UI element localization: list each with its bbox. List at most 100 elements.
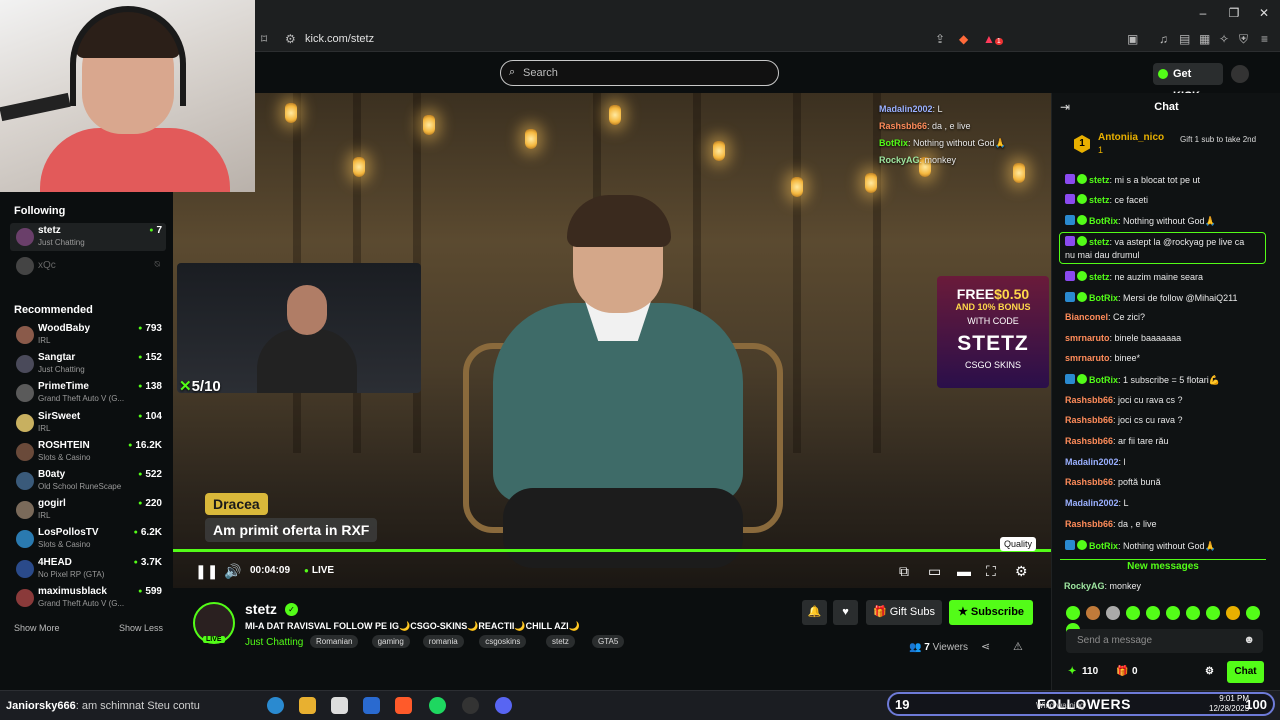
sidebar-item-gogirl[interactable]: gogirlIRL 220 — [10, 496, 166, 524]
share-icon[interactable]: ⇪ — [935, 32, 945, 46]
chat-username[interactable]: Bianconel — [1065, 312, 1108, 322]
sidebar-item-4head[interactable]: 4HEADNo Pixel RP (GTA) 3.7K — [10, 555, 166, 583]
address-bar[interactable]: ⌑ ⚙ kick.com/stetz ⇪ ◆ ▲ 1 ▣ ♫ ▤ ▦ ✧ ⛨ ≡ — [255, 28, 1280, 52]
system-clock[interactable]: 9:01 PM 12/28/2025 — [1209, 694, 1249, 714]
vpn-icon[interactable]: ⛨ — [1239, 32, 1248, 47]
video-player[interactable]: ✕5/10 FREE$0.50 AND 10% BONUS WITH CODE … — [173, 93, 1051, 588]
chat-input[interactable]: Send a message ☻ — [1066, 629, 1263, 653]
overlay-chat-text: : L — [932, 104, 943, 114]
chat-username[interactable]: Rashsbb66 — [1065, 477, 1113, 487]
sidebar-item-b0aty[interactable]: B0aty Old School RuneScape 522 — [10, 467, 166, 495]
leo-icon[interactable]: ✧ — [1219, 32, 1229, 46]
explorer-icon[interactable] — [299, 697, 316, 714]
tag-romanian[interactable]: Romanian — [310, 635, 359, 648]
chat-username[interactable]: BotRix — [1089, 216, 1118, 226]
clip-icon[interactable]: ▭ — [928, 563, 941, 580]
overlay-chat-text: : da , e live — [927, 121, 971, 131]
close-icon[interactable]: ✕ — [1256, 6, 1272, 20]
discord-icon[interactable] — [495, 697, 512, 714]
chat-username[interactable]: stetz — [1089, 195, 1110, 205]
verified-icon — [1077, 215, 1087, 225]
chat-username[interactable]: smrnaruto — [1065, 333, 1110, 343]
user-avatar[interactable] — [1231, 65, 1249, 83]
kicks-coin-icon — [1158, 69, 1168, 79]
sidebar-item-woodbaby[interactable]: WoodBaby IRL 793 — [10, 321, 166, 349]
theater-icon[interactable]: ▬ — [957, 563, 971, 579]
emoji-icon[interactable]: ☻ — [1243, 634, 1255, 646]
kicks-icon[interactable]: ✦ — [1068, 666, 1076, 677]
chat-username[interactable]: stetz — [1089, 272, 1110, 282]
chat-username[interactable]: smrnaruto — [1065, 353, 1110, 363]
overlay-chat-text: : monkey — [919, 155, 957, 165]
menu-icon[interactable]: ≡ — [1261, 32, 1268, 46]
sidebar-item-maximusblack[interactable]: maximusblackGrand Theft Auto V (G... 599 — [10, 584, 166, 612]
channel-name[interactable]: stetz — [245, 601, 277, 617]
tag-csgoskins[interactable]: csgoskins — [479, 635, 527, 648]
show-less-link[interactable]: Show Less — [119, 623, 163, 633]
restore-icon[interactable]: ❐ — [1226, 6, 1242, 20]
tag-gta5[interactable]: GTA5 — [592, 635, 625, 648]
brave-icon[interactable] — [395, 697, 412, 714]
chat-username[interactable]: BotRix — [1089, 375, 1118, 385]
chat-username[interactable]: Rashsbb66 — [1065, 436, 1113, 446]
chat-username[interactable]: Madalin2002 — [1065, 457, 1119, 467]
follow-heart-icon[interactable]: ♥ — [833, 600, 858, 625]
sidebar-item-stetz[interactable]: stetz Just Chatting 7 — [10, 223, 166, 251]
wallet-icon[interactable]: ▦ — [1199, 32, 1210, 46]
overlay-chat-line: Madalin2002: L — [879, 101, 1049, 118]
stream-category[interactable]: Just Chatting — [245, 637, 303, 648]
tag-romania[interactable]: romania — [422, 635, 464, 648]
sidebar-item-primetime[interactable]: PrimeTimeGrand Theft Auto V (G... 138 — [10, 379, 166, 407]
brave-shield-icon[interactable]: ◆ — [959, 32, 968, 46]
search-input[interactable]: ⌕ Search — [500, 60, 779, 86]
sidebar-icon[interactable]: ▤ — [1179, 32, 1190, 46]
chat-username[interactable]: Rashsbb66 — [1065, 395, 1113, 405]
show-more-link[interactable]: Show More — [14, 623, 60, 633]
tag-stetz[interactable]: stetz — [546, 635, 575, 648]
chat-username[interactable]: Rashsbb66 — [1065, 519, 1113, 529]
pip-icon[interactable]: ⧉ — [899, 563, 909, 580]
gift-subs-button[interactable]: 🎁 Gift Subs — [866, 600, 942, 625]
store-icon[interactable] — [331, 697, 348, 714]
edge-icon[interactable] — [267, 697, 284, 714]
chat-username[interactable]: BotRix — [1089, 293, 1118, 303]
chat-username[interactable]: stetz — [1089, 175, 1110, 185]
bookmark-icon[interactable]: ⌑ — [261, 32, 267, 46]
sidebar-item-lospollostv[interactable]: LosPollosTVSlots & Casino 6.2K — [10, 525, 166, 553]
url-text[interactable]: kick.com/stetz — [305, 33, 374, 45]
rewards-icon[interactable]: ▲ 1 — [983, 32, 1003, 46]
sidebar-item-xqc[interactable]: xQc ⍉ — [10, 252, 166, 280]
emote-bar[interactable] — [1066, 606, 1266, 637]
tag-gaming[interactable]: gaming — [371, 635, 410, 648]
screenshot-icon[interactable]: ▣ — [1127, 32, 1138, 46]
fullscreen-icon[interactable]: ⛶ — [986, 563, 996, 580]
music-icon[interactable]: ♫ — [1159, 32, 1168, 46]
sidebar-item-sirsweet[interactable]: SirSweetIRL 104 — [10, 409, 166, 437]
subscribe-button[interactable]: ★ Subscribe — [949, 600, 1033, 625]
sidebar-item-roshtein[interactable]: ROSHTEINSlots & Casino 16.2K — [10, 438, 166, 466]
outlook-icon[interactable] — [363, 697, 380, 714]
settings-icon[interactable]: ⚙ — [1015, 563, 1028, 580]
minimize-icon[interactable]: – — [1195, 6, 1211, 20]
site-info-icon[interactable]: ⚙ — [285, 32, 296, 46]
chat-username[interactable]: Madalin2002 — [1065, 498, 1119, 508]
chat-send-button[interactable]: Chat — [1227, 661, 1264, 683]
volume-icon[interactable]: 🔊 — [224, 563, 241, 580]
chat-settings-icon[interactable]: ⚙ — [1205, 666, 1214, 677]
pinned-user[interactable]: Antoniia_nico — [1098, 132, 1164, 143]
share-icon[interactable]: ⋖ — [981, 640, 990, 653]
chat-username[interactable]: stetz — [1089, 237, 1110, 247]
pause-icon[interactable]: ❚❚ — [195, 563, 218, 580]
live-indicator[interactable]: LIVE — [304, 565, 334, 576]
get-kicks-button[interactable]: Get KICKs — [1153, 63, 1223, 102]
chat-username[interactable]: Rashsbb66 — [1065, 415, 1113, 425]
gift-icon[interactable]: 🎁 — [1116, 666, 1128, 677]
chat-username[interactable]: BotRix — [1089, 541, 1118, 551]
obs-icon[interactable] — [462, 697, 479, 714]
progress-bar[interactable] — [173, 549, 1051, 552]
notification-bell-icon[interactable]: 🔔 — [802, 600, 827, 625]
spotify-icon[interactable] — [429, 697, 446, 714]
sidebar-item-sangtar[interactable]: SangtarJust Chatting 152 — [10, 350, 166, 378]
new-messages-divider[interactable]: New messages — [1060, 559, 1266, 572]
report-icon[interactable]: ⚠ — [1013, 640, 1023, 653]
